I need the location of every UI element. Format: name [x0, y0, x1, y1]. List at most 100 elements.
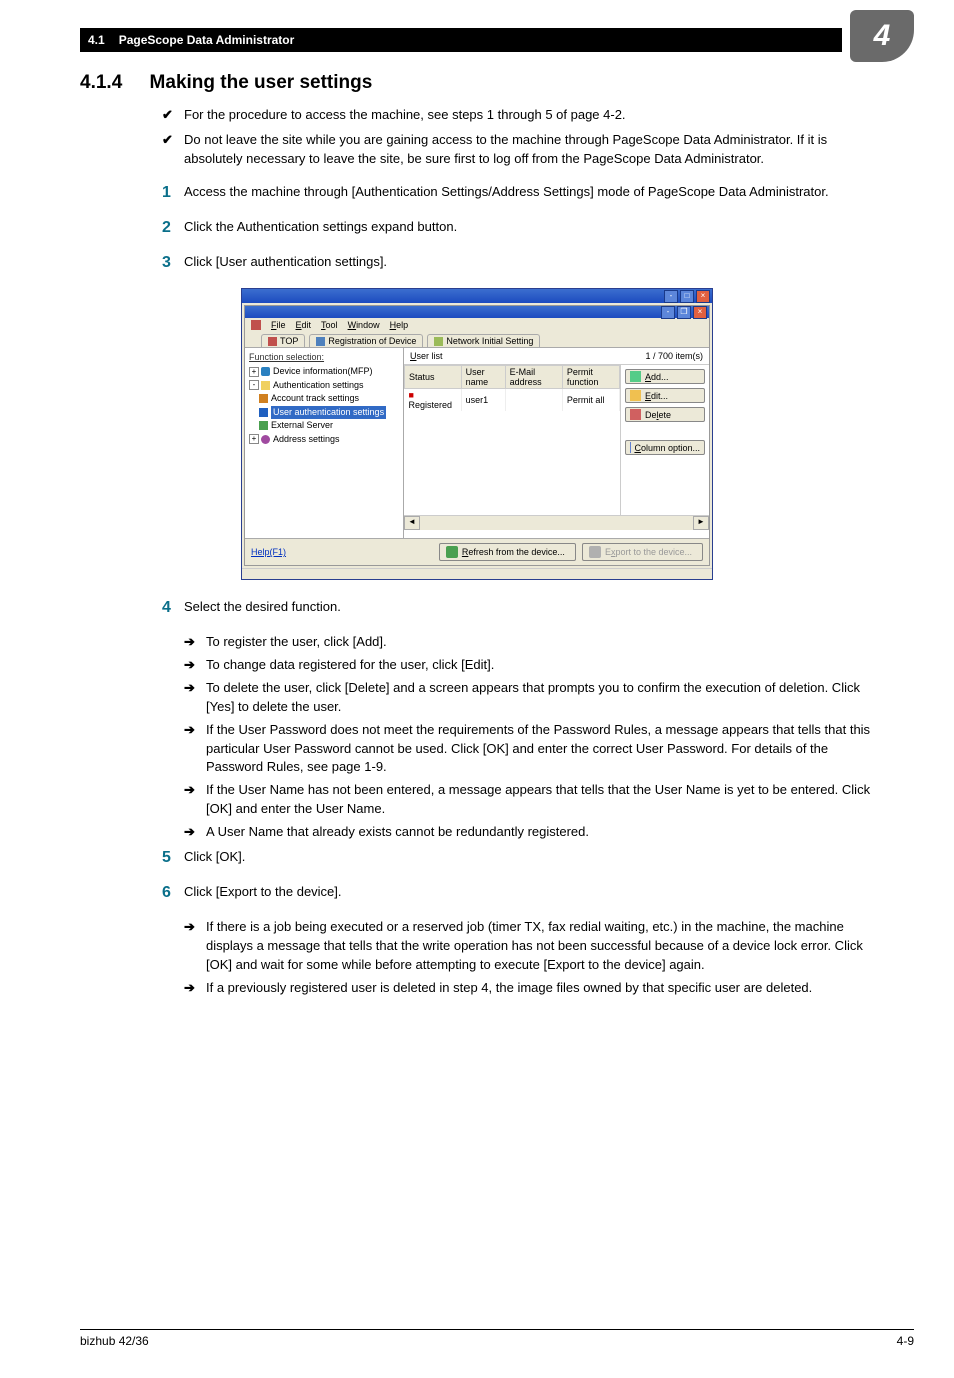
step-number: 5: [162, 846, 184, 869]
h-scrollbar[interactable]: ◄ ►: [404, 515, 709, 530]
step-number: 4: [162, 596, 184, 619]
menu-window[interactable]: Window: [348, 320, 380, 330]
step4-sublist: ➔To register the user, click [Add]. ➔To …: [184, 633, 874, 841]
inner-titlebar: - ❐ ×: [245, 306, 709, 318]
arrow-icon: ➔: [184, 679, 206, 717]
delete-button[interactable]: Delete: [625, 407, 705, 422]
col-status[interactable]: Status: [405, 366, 462, 389]
page-footer: bizhub 42/36 4-9: [80, 1329, 914, 1348]
side-buttons: Add... Edit... Delete Column option...: [621, 365, 709, 515]
tab-registration[interactable]: Registration of Device: [309, 334, 423, 347]
server-icon: [259, 421, 268, 430]
check-icon: ✔: [162, 131, 184, 169]
delete-icon: [630, 409, 641, 420]
header-section-num: 4.1: [88, 33, 105, 47]
steps-list: 5 Click [OK]. 6 Click [Export to the dev…: [162, 848, 874, 904]
tree-user-auth-selected[interactable]: User authentication settings: [271, 406, 386, 420]
section-number: 4.1.4: [80, 72, 122, 93]
inner-max-icon[interactable]: ❐: [677, 306, 691, 319]
prereq-list: ✔ For the procedure to access the machin…: [162, 106, 874, 169]
col-permit[interactable]: Permit function: [562, 366, 619, 389]
refresh-button[interactable]: Refresh from the device...: [439, 543, 576, 561]
userlist-label: User list: [410, 351, 443, 361]
app-icon: [251, 320, 261, 330]
arrow-icon: ➔: [184, 979, 206, 998]
device-icon: [261, 367, 270, 376]
prereq-item: Do not leave the site while you are gain…: [184, 131, 874, 169]
add-icon: [630, 371, 641, 382]
col-username[interactable]: User name: [461, 366, 505, 389]
edit-button[interactable]: Edit...: [625, 388, 705, 403]
menu-help[interactable]: Help: [390, 320, 409, 330]
close-icon[interactable]: ×: [696, 290, 710, 303]
function-label: Function selection:: [249, 352, 399, 362]
status-bar: [242, 568, 712, 579]
maximize-icon[interactable]: □: [680, 290, 694, 303]
add-button[interactable]: Add...: [625, 369, 705, 384]
scroll-right-icon[interactable]: ►: [693, 516, 709, 530]
footer-left: bizhub 42/36: [80, 1334, 149, 1348]
tree-device-info[interactable]: +Device information(MFP): [249, 365, 399, 379]
inner-close-icon[interactable]: ×: [693, 306, 707, 319]
tab-top[interactable]: TOP: [261, 334, 305, 347]
export-icon: [589, 546, 601, 558]
account-icon: [259, 394, 268, 403]
steps-list: 1 Access the machine through [Authentica…: [162, 183, 874, 275]
tree-external-server[interactable]: External Server: [249, 419, 399, 433]
step-number: 3: [162, 251, 184, 274]
sub-item: To register the user, click [Add].: [206, 633, 387, 652]
nav-tree: +Device information(MFP) -Authentication…: [249, 365, 399, 446]
arrow-icon: ➔: [184, 781, 206, 819]
section-heading: 4.1.4 Making the user settings: [80, 72, 874, 94]
step-number: 2: [162, 216, 184, 239]
menu-edit[interactable]: Edit: [296, 320, 312, 330]
arrow-icon: ➔: [184, 633, 206, 652]
tree-address-settings[interactable]: +Address settings: [249, 433, 399, 447]
inner-restore-icon[interactable]: -: [661, 306, 675, 319]
tree-account-track[interactable]: Account track settings: [249, 392, 399, 406]
column-option-button[interactable]: Column option...: [625, 440, 705, 455]
step-text: Click [Export to the device].: [184, 883, 342, 904]
arrow-icon: ➔: [184, 823, 206, 842]
tab-network[interactable]: Network Initial Setting: [427, 334, 540, 347]
minimize-icon[interactable]: -: [664, 290, 678, 303]
step-text: Click [OK].: [184, 848, 245, 869]
sub-item: To change data registered for the user, …: [206, 656, 494, 675]
export-button[interactable]: Export to the device...: [582, 543, 703, 561]
footer-right: 4-9: [897, 1334, 914, 1348]
tab-icon: [268, 337, 277, 346]
refresh-icon: [446, 546, 458, 558]
tab-bar: TOP Registration of Device Network Initi…: [245, 332, 709, 347]
userlist-count: 1 / 700 item(s): [645, 351, 703, 361]
menu-bar: File Edit Tool Window Help: [245, 318, 709, 332]
user-icon: [259, 408, 268, 417]
sub-item: If the User Password does not meet the r…: [206, 721, 874, 778]
help-link[interactable]: Help(F1): [251, 547, 286, 557]
check-icon: ✔: [162, 106, 184, 125]
table-header-row: Status User name E-Mail address Permit f…: [405, 366, 620, 389]
folder-icon: [261, 381, 270, 390]
steps-list: 4 Select the desired function.: [162, 598, 874, 619]
tree-auth-settings[interactable]: -Authentication settings: [249, 379, 399, 393]
menu-file[interactable]: File: [271, 320, 286, 330]
bottom-bar: Help(F1) Refresh from the device... Expo…: [245, 538, 709, 565]
sub-item: If there is a job being executed or a re…: [206, 918, 874, 975]
sub-item: If a previously registered user is delet…: [206, 979, 812, 998]
table-row[interactable]: ■ Registered user1 Permit all: [405, 389, 620, 412]
menu-tool[interactable]: Tool: [321, 320, 338, 330]
prereq-item: For the procedure to access the machine,…: [184, 106, 626, 125]
address-icon: [261, 435, 270, 444]
col-email[interactable]: E-Mail address: [505, 366, 562, 389]
step-text: Select the desired function.: [184, 598, 341, 619]
step-text: Click the Authentication settings expand…: [184, 218, 457, 239]
step-text: Access the machine through [Authenticati…: [184, 183, 829, 204]
step-text: Click [User authentication settings].: [184, 253, 387, 274]
page-header: 4.1 PageScope Data Administrator 4: [80, 28, 914, 52]
user-table: Status User name E-Mail address Permit f…: [404, 365, 621, 515]
tab-icon: [434, 337, 443, 346]
sub-item: If the User Name has not been entered, a…: [206, 781, 874, 819]
arrow-icon: ➔: [184, 918, 206, 975]
user-list-panel: User list 1 / 700 item(s) Status User na…: [404, 348, 709, 538]
step-number: 1: [162, 181, 184, 204]
scroll-left-icon[interactable]: ◄: [404, 516, 420, 530]
